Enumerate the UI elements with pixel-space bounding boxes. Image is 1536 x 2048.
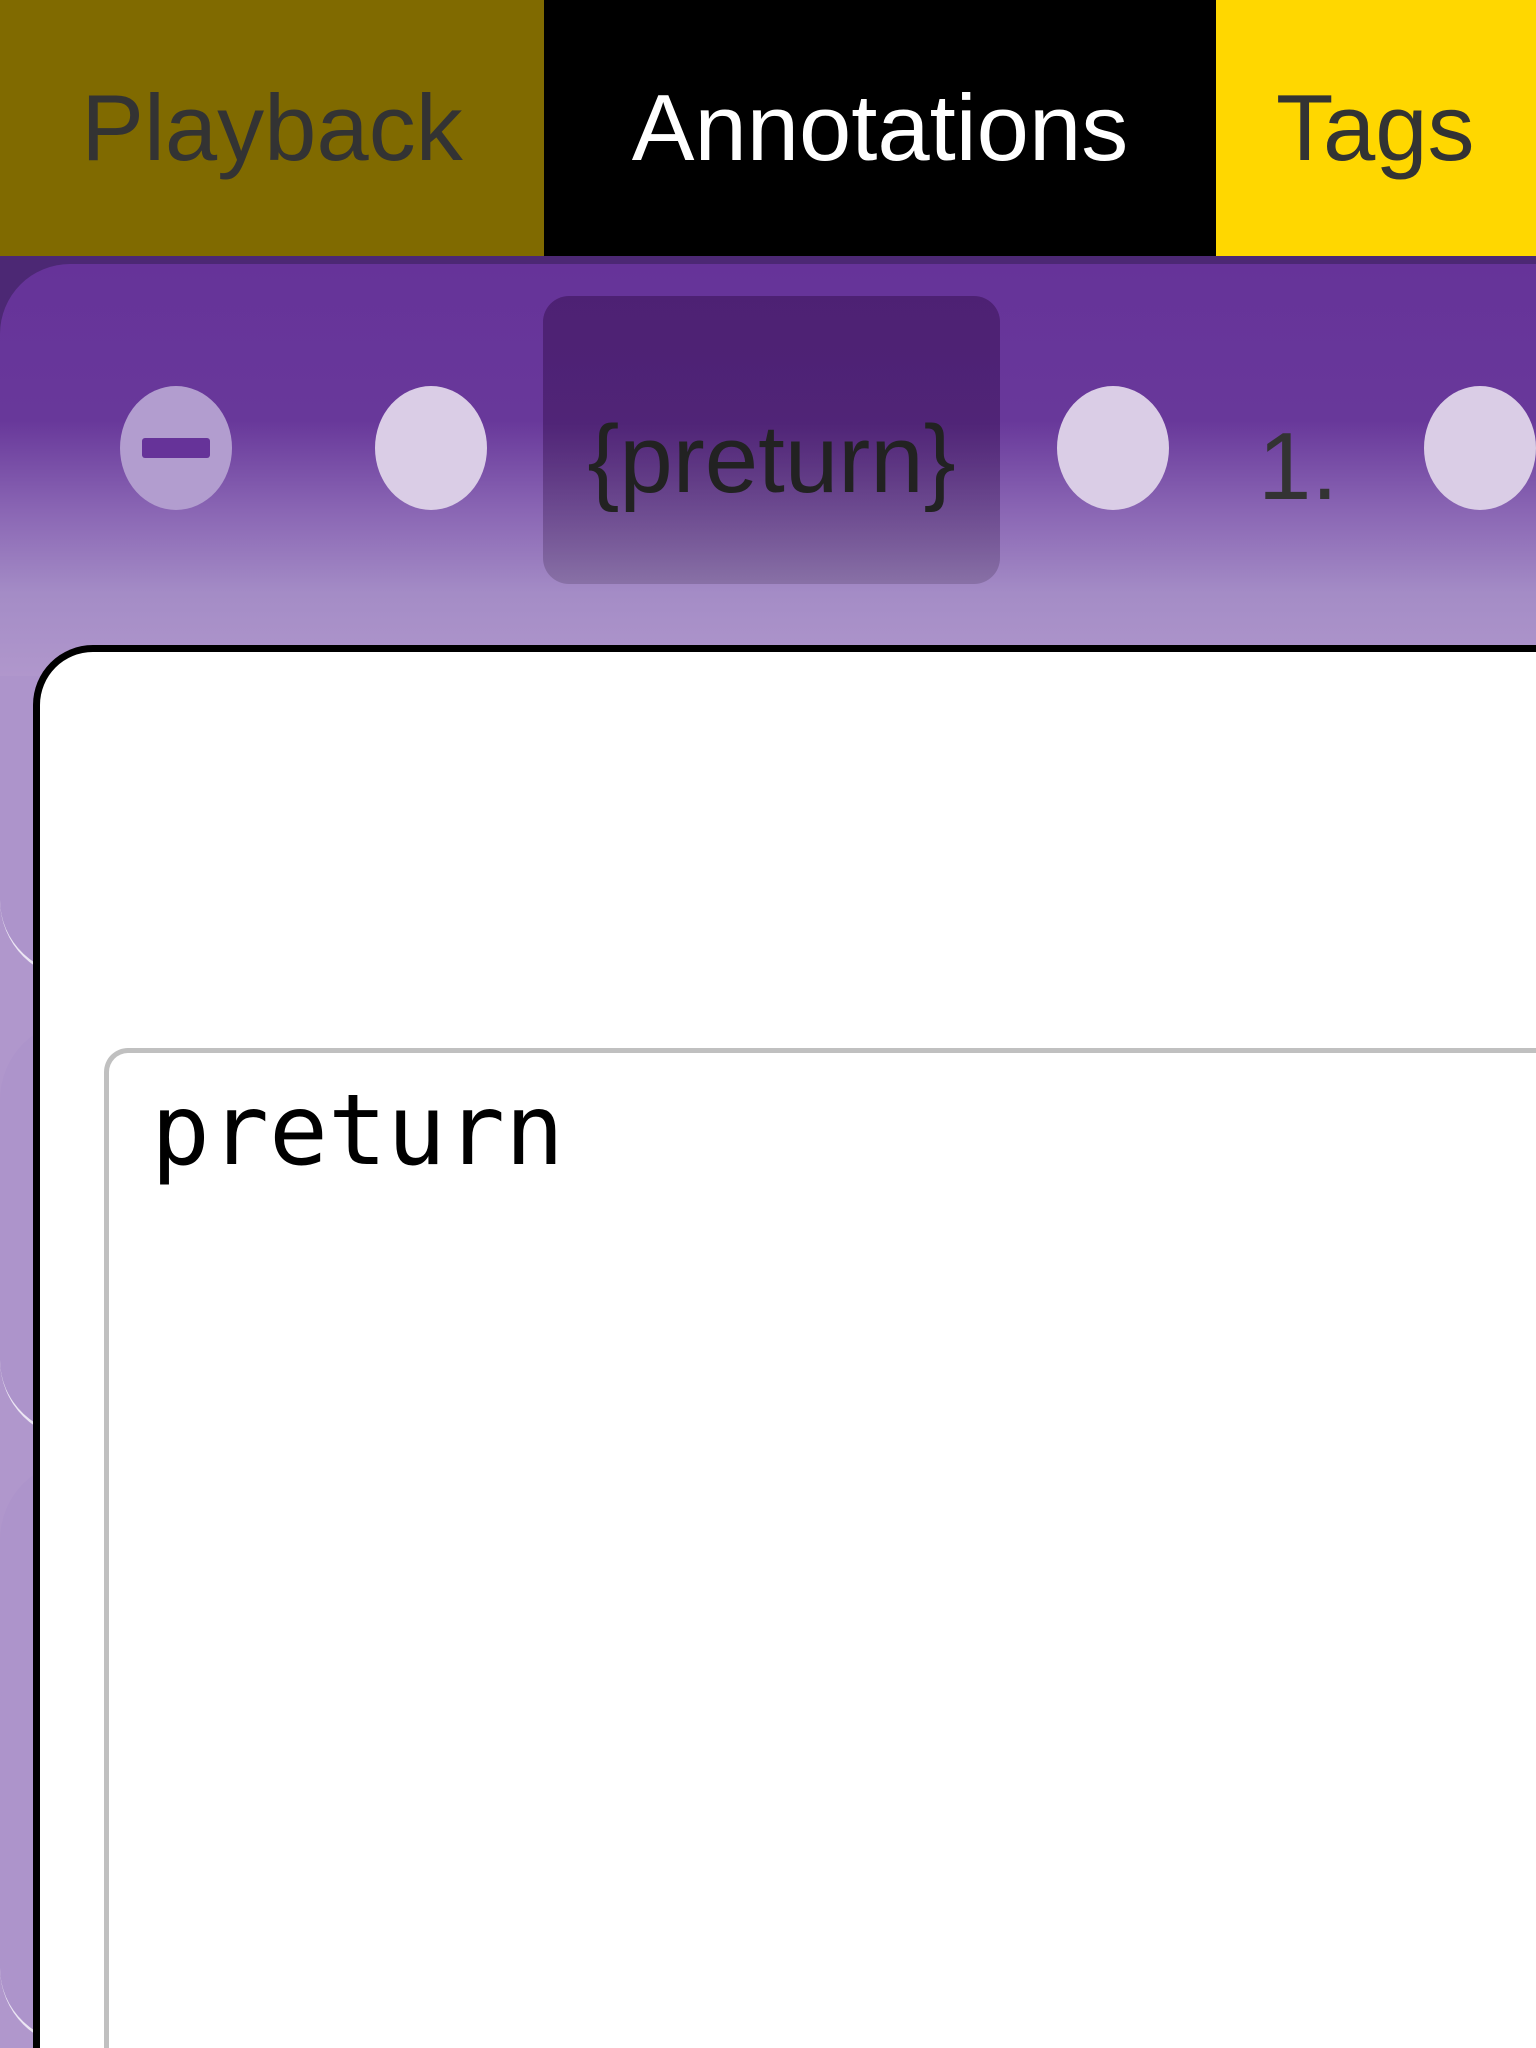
block-toolbar-body: {preturn} 1. [0,264,1536,676]
tab-tags[interactable]: Tags [1216,0,1536,256]
tab-annotations[interactable]: Annotations [544,0,1216,256]
tab-playback[interactable]: Playback [0,0,544,256]
collapse-button[interactable] [120,386,232,510]
tab-tags-label: Tags [1276,75,1475,180]
editor-textarea[interactable]: preturn [104,1048,1536,2048]
input-socket[interactable] [375,386,487,510]
tab-annotations-label: Annotations [631,75,1129,180]
input-socket[interactable] [1424,386,1536,510]
input-socket[interactable] [1057,386,1169,510]
block-toolbar: {preturn} 1. [0,256,1536,676]
tab-playback-label: Playback [81,75,463,180]
tab-bar: Playback Annotations Tags [0,0,1536,256]
minus-icon [142,438,210,458]
token-label: {preturn} [587,406,956,513]
number-label: 1. [1258,413,1339,520]
token-block[interactable]: {preturn} [543,296,1000,584]
